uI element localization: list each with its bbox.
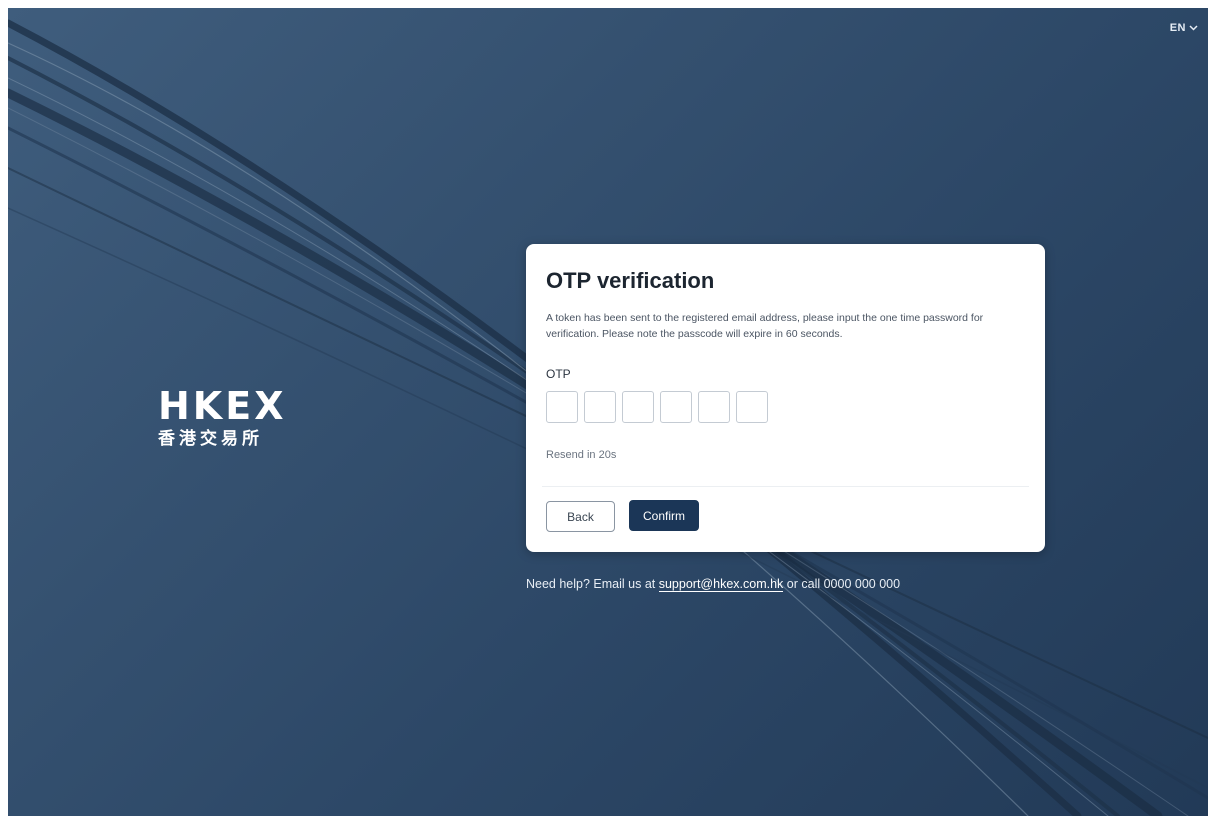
support-email-link[interactable]: support@hkex.com.hk	[658, 577, 784, 592]
otp-digit-5[interactable]	[698, 391, 730, 423]
otp-digit-6[interactable]	[736, 391, 768, 423]
login-screen: EN HKEX 香港交易所 OTP verification A token h…	[8, 8, 1208, 816]
otp-input-group	[546, 391, 768, 423]
otp-verification-card: OTP verification A token has been sent t…	[526, 244, 1045, 552]
help-suffix: or call 0000 000 000	[786, 577, 901, 591]
otp-label: OTP	[546, 367, 571, 381]
card-divider	[542, 486, 1029, 487]
back-button[interactable]: Back	[546, 501, 615, 532]
help-prefix: Need help? Email us at	[526, 577, 656, 591]
language-label: EN	[1169, 22, 1186, 34]
chevron-down-icon	[1189, 25, 1198, 31]
otp-digit-2[interactable]	[584, 391, 616, 423]
help-text: Need help? Email us at support@hkex.com.…	[526, 577, 901, 592]
logo-english: HKEX	[158, 384, 287, 428]
card-description: A token has been sent to the registered …	[546, 312, 984, 340]
otp-digit-3[interactable]	[622, 391, 654, 423]
logo-chinese: 香港交易所	[158, 429, 263, 448]
card-title: OTP verification	[546, 268, 715, 293]
confirm-button[interactable]: Confirm	[629, 500, 699, 531]
hkex-logo: HKEX 香港交易所	[158, 386, 287, 450]
otp-digit-4[interactable]	[660, 391, 692, 423]
otp-digit-1[interactable]	[546, 391, 578, 423]
resend-countdown: Resend in 20s	[546, 449, 617, 461]
language-selector[interactable]: EN	[1170, 22, 1198, 34]
